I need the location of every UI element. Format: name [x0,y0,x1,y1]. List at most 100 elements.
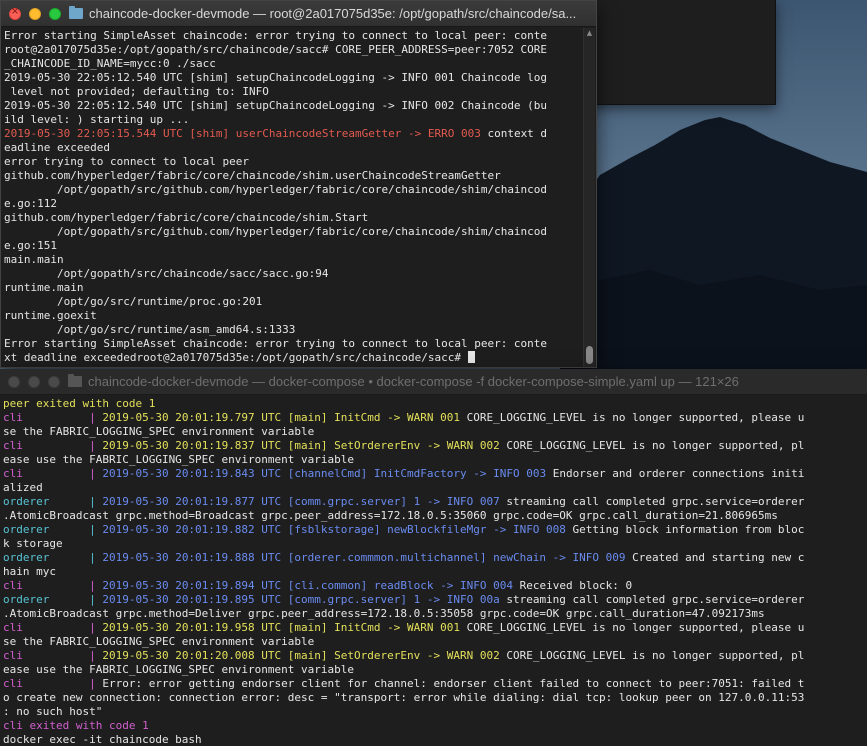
line-segment: CORE_LOGGING_LEVEL is no longer supporte… [459,411,805,424]
terminal-line: peer exited with code 1 [3,397,864,411]
zoom-button[interactable] [48,375,60,388]
line-segment: _CHAINCODE_ID_NAME=mycc:0 ./sacc [4,57,216,70]
line-segment: Getting block information from bloc [565,523,805,536]
line-segment: | [49,593,103,606]
terminal-line: level not provided; defaulting to: INFO [4,85,583,99]
minimize-button[interactable] [29,7,41,20]
terminal-line: github.com/hyperledger/fabric/core/chain… [4,169,583,183]
terminal-window-top[interactable]: × chaincode-docker-devmode — root@2a0170… [0,0,597,368]
line-segment: 2019-05-30 20:01:19.843 UTC [channelCmd]… [102,467,547,480]
titlebar[interactable]: chaincode-docker-devmode — docker-compos… [0,369,867,395]
line-segment: ease use the FABRIC_LOGGING_SPEC environ… [3,453,354,466]
terminal-line: se the FABRIC_LOGGING_SPEC environment v… [3,635,864,649]
line-segment: level not provided; defaulting to: INFO [4,85,269,98]
scrollbar-thumb[interactable] [586,346,593,364]
terminal-line: /opt/go/src/runtime/proc.go:201 [4,295,583,309]
line-segment: 2019-05-30 20:01:19.888 UTC [orderer.com… [102,551,626,564]
terminal-line: orderer | 2019-05-30 20:01:19.888 UTC [o… [3,551,864,565]
line-segment: o create new connection: connection erro… [3,691,805,704]
line-segment: .AtomicBroadcast grpc.method=Deliver grp… [3,607,765,620]
line-segment: cli [3,621,23,634]
line-segment: /opt/gopath/src/github.com/hyperledger/f… [4,183,548,196]
line-segment: xt deadline exceededroot@2a017075d35e:/o… [4,351,468,364]
line-segment: 2019-05-30 22:05:12.540 UTC [shim] setup… [4,71,548,84]
line-segment: 2019-05-30 20:01:19.877 UTC [comm.grpc.s… [102,495,500,508]
terminal-line: o create new connection: connection erro… [3,691,864,705]
line-segment: e.go:112 [4,197,57,210]
terminal-line: _CHAINCODE_ID_NAME=mycc:0 ./sacc [4,57,583,71]
line-segment: /opt/go/src/runtime/asm_amd64.s:1333 [4,323,296,336]
line-segment: | [22,467,103,480]
zoom-button[interactable] [49,7,61,20]
terminal-line: runtime.goexit [4,309,583,323]
line-segment: cli [3,439,23,452]
line-segment: hain myc [3,565,56,578]
terminal-line: cli | 2019-05-30 20:01:19.843 UTC [chann… [3,467,864,481]
line-segment: e.go:151 [4,239,57,252]
line-segment: | [49,495,103,508]
terminal-line: /opt/gopath/src/github.com/hyperledger/f… [4,183,583,197]
line-segment: 2019-05-30 20:01:19.837 UTC [main] SetOr… [102,439,500,452]
line-segment: orderer [3,593,50,606]
terminal-line: e.go:112 [4,197,583,211]
terminal-line: alized [3,481,864,495]
line-segment: CORE_LOGGING_LEVEL is no longer supporte… [499,649,805,662]
line-segment: 2019-05-30 20:01:19.797 UTC [main] InitC… [102,411,460,424]
titlebar[interactable]: × chaincode-docker-devmode — root@2a0170… [1,1,596,27]
line-segment: cli [3,649,23,662]
line-segment: CORE_LOGGING_LEVEL is no longer supporte… [459,621,805,634]
window-title: chaincode-docker-devmode — root@2a017075… [89,6,577,21]
terminal-line: github.com/hyperledger/fabric/core/chain… [4,211,583,225]
line-segment: github.com/hyperledger/fabric/core/chain… [4,169,501,182]
window-title: chaincode-docker-devmode — docker-compos… [88,374,739,389]
terminal-line: cli | 2019-05-30 20:01:19.797 UTC [main]… [3,411,864,425]
line-segment: Error starting SimpleAsset chaincode: er… [4,337,548,350]
terminal-line: orderer | 2019-05-30 20:01:19.882 UTC [f… [3,523,864,537]
terminal-output[interactable]: Error starting SimpleAsset chaincode: er… [1,27,583,367]
line-segment: cli [3,677,23,690]
line-segment: ild level: ) starting up ... [4,113,190,126]
close-button[interactable] [8,375,20,388]
line-segment: | [22,621,103,634]
terminal-line: se the FABRIC_LOGGING_SPEC environment v… [3,425,864,439]
terminal-line: eadline exceeded [4,141,583,155]
terminal-line: runtime.main [4,281,583,295]
text-cursor [467,351,475,363]
terminal-line: ease use the FABRIC_LOGGING_SPEC environ… [3,663,864,677]
terminal-line: cli | 2019-05-30 20:01:20.008 UTC [main]… [3,649,864,663]
vertical-scrollbar[interactable]: ▲ [583,28,595,367]
terminal-line: /opt/gopath/src/chaincode/sacc/sacc.go:9… [4,267,583,281]
terminal-line: orderer | 2019-05-30 20:01:19.877 UTC [c… [3,495,864,509]
terminal-line: cli | 2019-05-30 20:01:19.837 UTC [main]… [3,439,864,453]
terminal-line: .AtomicBroadcast grpc.method=Broadcast g… [3,509,864,523]
close-icon: × [10,5,20,17]
terminal-output[interactable]: peer exited with code 1 cli | 2019-05-30 … [0,395,864,746]
line-segment: peer exited with code 1 [3,397,156,410]
line-segment: eadline exceeded [4,141,110,154]
line-segment: orderer [3,523,50,536]
line-segment: context d [480,127,548,140]
line-segment: | [49,551,103,564]
terminal-line: main.main [4,253,583,267]
line-segment: .AtomicBroadcast grpc.method=Broadcast g… [3,509,778,522]
line-segment: error trying to connect to local peer [4,155,250,168]
line-segment: Error: error getting endorser client for… [102,677,805,690]
line-segment: | [22,649,103,662]
line-segment: main.main [4,253,64,266]
terminal-line: /opt/go/src/runtime/asm_amd64.s:1333 [4,323,583,337]
terminal-line: cli exited with code 1 [3,719,864,733]
line-segment: | [22,579,103,592]
line-segment: CORE_LOGGING_LEVEL is no longer supporte… [499,439,805,452]
scroll-up-arrow-icon[interactable]: ▲ [584,28,595,38]
line-segment: /opt/gopath/src/github.com/hyperledger/f… [4,225,548,238]
terminal-line: Error starting SimpleAsset chaincode: er… [4,337,583,351]
line-segment: Created and starting new c [625,551,805,564]
line-segment: 2019-05-30 20:01:19.958 UTC [main] InitC… [102,621,460,634]
line-segment: 2019-05-30 20:01:19.895 UTC [comm.grpc.s… [102,593,500,606]
line-segment: cli [3,579,23,592]
line-segment: Endorser and orderer connections initi [546,467,805,480]
line-segment: 2019-05-30 22:05:12.540 UTC [shim] setup… [4,99,548,112]
minimize-button[interactable] [28,375,40,388]
terminal-window-bottom[interactable]: chaincode-docker-devmode — docker-compos… [0,369,867,746]
close-button[interactable]: × [9,5,21,20]
